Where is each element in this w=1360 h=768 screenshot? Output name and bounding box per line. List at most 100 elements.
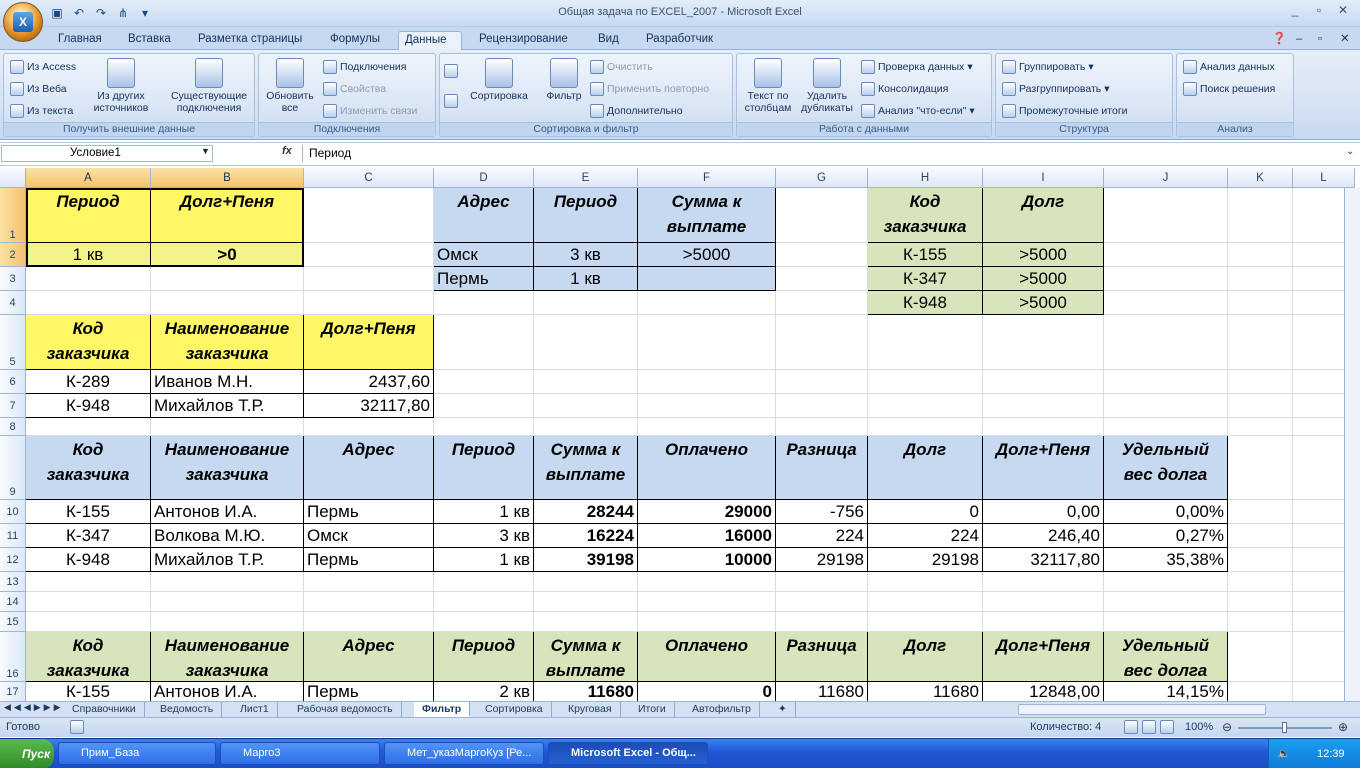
cell-i6[interactable] — [983, 370, 1104, 394]
ribbon-close-icon[interactable]: ✕ — [1340, 31, 1350, 50]
reapply-button[interactable]: Применить повторно — [590, 82, 709, 96]
cell-d10[interactable]: 1 кв — [434, 500, 534, 524]
insert-sheet-icon[interactable]: ✦ — [770, 702, 796, 717]
cell-a1[interactable]: Период — [26, 188, 151, 243]
cell-d7[interactable] — [434, 394, 534, 418]
cell-i7[interactable] — [983, 394, 1104, 418]
group-button[interactable]: Группировать ▾ — [1002, 60, 1094, 74]
cell-c9[interactable]: Адрес — [304, 436, 434, 500]
cell-c17[interactable]: Пермь — [304, 682, 434, 702]
from-access-button[interactable]: Из Access — [10, 60, 76, 74]
cell-e7[interactable] — [534, 394, 638, 418]
insert-function-button[interactable]: fx — [282, 145, 292, 157]
sheet-tab[interactable]: Справочники — [64, 702, 145, 717]
row-header-11[interactable]: 11 — [0, 524, 26, 548]
cell-h15[interactable] — [868, 612, 983, 632]
properties-button[interactable]: Свойства — [323, 82, 386, 96]
cell-e4[interactable] — [534, 291, 638, 315]
cell-b9[interactable]: Наименование заказчика — [151, 436, 304, 500]
column-header-b[interactable]: B — [151, 168, 304, 188]
cell-i16[interactable]: Долг+Пеня — [983, 632, 1104, 682]
tab-formulas[interactable]: Формулы — [324, 31, 386, 50]
row-header-14[interactable]: 14 — [0, 592, 26, 612]
cell-f11[interactable]: 16000 — [638, 524, 776, 548]
cell-k13[interactable] — [1228, 572, 1293, 592]
cell-a12[interactable]: К-948 — [26, 548, 151, 572]
cell-g1[interactable] — [776, 188, 868, 243]
cell-h6[interactable] — [868, 370, 983, 394]
cell-a14[interactable] — [26, 592, 151, 612]
cell-j5[interactable] — [1104, 315, 1228, 370]
taskbar-item-folder[interactable]: Прим_База — [58, 742, 216, 765]
data-validation-button[interactable]: Проверка данных ▾ — [861, 60, 973, 74]
cell-a13[interactable] — [26, 572, 151, 592]
cell-e10[interactable]: 28244 — [534, 500, 638, 524]
cell-b4[interactable] — [151, 291, 304, 315]
sheet-tab[interactable]: Ведомость — [152, 702, 223, 717]
taskbar-item-folder[interactable]: Марго3 — [220, 742, 380, 765]
maximize-button[interactable]: ▫ — [1308, 3, 1330, 19]
row-header-7[interactable]: 7 — [0, 394, 26, 418]
cell-a8[interactable] — [26, 418, 151, 436]
sheet-tab[interactable]: Рабочая ведомость — [289, 702, 402, 717]
cell-d16[interactable]: Период — [434, 632, 534, 682]
cell-k12[interactable] — [1228, 548, 1293, 572]
cell-a2[interactable]: 1 кв — [26, 243, 151, 267]
cell-e6[interactable] — [534, 370, 638, 394]
cell-j7[interactable] — [1104, 394, 1228, 418]
cell-d11[interactable]: 3 кв — [434, 524, 534, 548]
cell-c6[interactable]: 2437,60 — [304, 370, 434, 394]
remove-duplicates-button[interactable]: Удалить дубликаты — [797, 58, 857, 114]
data-analysis-button[interactable]: Анализ данных — [1183, 60, 1275, 74]
cell-e15[interactable] — [534, 612, 638, 632]
what-if-button[interactable]: Анализ "что-если" ▾ — [861, 104, 975, 118]
cell-g9[interactable]: Разница — [776, 436, 868, 500]
cell-g16[interactable]: Разница — [776, 632, 868, 682]
cell-h16[interactable]: Долг — [868, 632, 983, 682]
cell-c16[interactable]: Адрес — [304, 632, 434, 682]
cell-j15[interactable] — [1104, 612, 1228, 632]
cell-g15[interactable] — [776, 612, 868, 632]
cell-i12[interactable]: 32117,80 — [983, 548, 1104, 572]
column-header-c[interactable]: C — [304, 168, 434, 188]
tab-data[interactable]: Данные — [398, 31, 462, 50]
cell-d6[interactable] — [434, 370, 534, 394]
cell-b3[interactable] — [151, 267, 304, 291]
column-header-e[interactable]: E — [534, 168, 638, 188]
cell-c8[interactable] — [304, 418, 434, 436]
cell-g14[interactable] — [776, 592, 868, 612]
cell-b10[interactable]: Антонов И.А. — [151, 500, 304, 524]
cell-b8[interactable] — [151, 418, 304, 436]
cell-d13[interactable] — [434, 572, 534, 592]
ungroup-button[interactable]: Разгруппировать ▾ — [1002, 82, 1110, 96]
start-button[interactable]: Пуск — [0, 739, 54, 768]
cell-h17[interactable]: 11680 — [868, 682, 983, 702]
column-header-g[interactable]: G — [776, 168, 868, 188]
cell-i10[interactable]: 0,00 — [983, 500, 1104, 524]
cell-c4[interactable] — [304, 291, 434, 315]
cell-b2[interactable]: >0 — [151, 243, 304, 267]
existing-connections-button[interactable]: Существующие подключения — [164, 58, 254, 114]
refresh-all-button[interactable]: Обновить все — [261, 58, 319, 114]
column-header-a[interactable]: A — [26, 168, 151, 188]
row-header-16[interactable]: 16 — [0, 632, 26, 682]
cell-b7[interactable]: Михайлов Т.Р. — [151, 394, 304, 418]
cell-e14[interactable] — [534, 592, 638, 612]
from-other-sources-button[interactable]: Из других источников — [88, 58, 154, 114]
consolidate-button[interactable]: Консолидация — [861, 82, 948, 96]
cell-c2[interactable] — [304, 243, 434, 267]
cell-d2[interactable]: Омск — [434, 243, 534, 267]
cell-a17[interactable]: К-155 — [26, 682, 151, 702]
filter-button[interactable]: Фильтр — [538, 58, 590, 102]
cell-j3[interactable] — [1104, 267, 1228, 291]
sort-az-button[interactable] — [444, 64, 458, 78]
column-header-j[interactable]: J — [1104, 168, 1228, 188]
cell-k16[interactable] — [1228, 632, 1293, 682]
sort-za-button[interactable] — [444, 94, 458, 108]
close-button[interactable]: ✕ — [1332, 3, 1354, 19]
cell-c5[interactable]: Долг+Пеня — [304, 315, 434, 370]
cell-j14[interactable] — [1104, 592, 1228, 612]
cell-c13[interactable] — [304, 572, 434, 592]
row-header-15[interactable]: 15 — [0, 612, 26, 632]
row-header-12[interactable]: 12 — [0, 548, 26, 572]
